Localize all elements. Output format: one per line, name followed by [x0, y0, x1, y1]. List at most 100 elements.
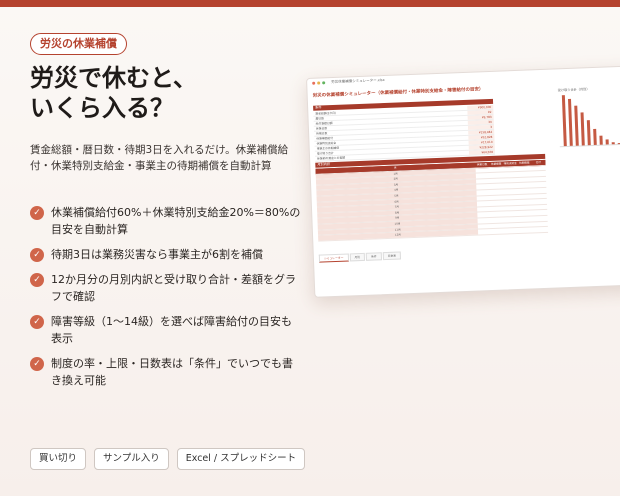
monthly-cell[interactable]	[492, 229, 506, 234]
chart-bar	[574, 105, 579, 146]
monthly-cell[interactable]	[476, 179, 490, 184]
check-circle-icon: ✓	[30, 315, 44, 329]
monthly-cell[interactable]	[476, 196, 490, 201]
monthly-cell[interactable]	[518, 188, 532, 193]
monthly-cell[interactable]	[532, 188, 546, 193]
sheet-tab[interactable]: 月別	[349, 252, 366, 262]
feature-item: ✓ 制度の率・上限・日数表は「条件」でいつでも書き換え可能	[30, 355, 302, 389]
top-accent-bar	[0, 0, 620, 7]
feature-text: 待期3日は業務災害なら事業主が6割を補償	[51, 248, 263, 261]
sheet-title: 労災の休業補償シミュレーター（休業補償給付・休業特別支給金・障害給付の目安）	[312, 87, 484, 99]
monthly-cell[interactable]	[505, 222, 519, 227]
monthly-cell[interactable]	[517, 166, 531, 171]
monthly-cell[interactable]	[504, 183, 518, 188]
monthly-cell[interactable]	[490, 178, 504, 183]
monthly-cell[interactable]	[533, 210, 547, 215]
monthly-cell[interactable]	[532, 177, 546, 182]
monthly-cell[interactable]	[518, 194, 532, 199]
monthly-cell[interactable]	[533, 205, 547, 210]
monthly-cell[interactable]	[505, 211, 519, 216]
monthly-column-header: 休業補償	[489, 161, 504, 167]
monthly-table: 月休業日数 休業補償 特別支給金 待期補償 合計 1月 2月 3月 4月 5月 6月 7月 8月 9月 10…	[315, 159, 549, 242]
monthly-cell[interactable]	[519, 200, 533, 205]
monthly-cell[interactable]	[533, 199, 547, 204]
feature-text: 12か月分の月別内訳と受け取り合計・差額をグラフで確認	[51, 273, 296, 303]
monthly-cell[interactable]	[477, 212, 491, 217]
sheet-tab[interactable]: シミュレーター	[318, 253, 349, 263]
check-circle-icon: ✓	[30, 273, 44, 287]
feature-item: ✓ 障害等級（1〜14級）を選べば障害給付の目安も表示	[30, 313, 302, 347]
monthly-cell[interactable]	[506, 228, 520, 233]
minimize-dot-icon	[317, 81, 321, 85]
monthly-cell[interactable]	[518, 172, 532, 177]
feature-item: ✓ 休業補償給付60%＋休業特別支給金20%＝80%の目安を自動計算	[30, 204, 302, 238]
badge-one-time-purchase: 買い切り	[30, 448, 87, 470]
monthly-cell[interactable]	[518, 183, 532, 188]
monthly-cell[interactable]	[519, 216, 533, 221]
feature-text: 休業補償給付60%＋休業特別支給金20%＝80%の目安を自動計算	[51, 206, 301, 236]
chart-bar	[580, 112, 585, 146]
monthly-cell[interactable]	[518, 177, 532, 182]
monthly-cell[interactable]	[475, 173, 489, 178]
parameter-value[interactable]: ¥64,568	[468, 149, 496, 155]
monthly-cell[interactable]	[533, 193, 547, 198]
monthly-cell[interactable]	[490, 184, 504, 189]
monthly-cell[interactable]	[519, 211, 533, 216]
monthly-cell[interactable]	[520, 227, 534, 232]
monthly-cell[interactable]	[503, 167, 517, 172]
monthly-cell[interactable]	[504, 178, 518, 183]
badge-format: Excel / スプレッドシート	[176, 448, 306, 470]
page-title: 労災で休むと、 いくら入る？	[30, 63, 310, 123]
file-name: 労災休業補償シミュレーター.xlsx	[331, 77, 385, 85]
monthly-cell[interactable]	[477, 224, 491, 229]
sheet-tab[interactable]: 条件	[365, 252, 382, 261]
check-circle-icon: ✓	[30, 357, 44, 371]
monthly-cell[interactable]	[532, 171, 546, 176]
monthly-cell[interactable]	[491, 201, 505, 206]
monthly-cell[interactable]	[504, 194, 518, 199]
monthly-cell[interactable]	[476, 201, 490, 206]
page-description: 賃金総額・暦日数・待期3日を入れるだけ。休業補償給付・休業特別支給金・事業主の待…	[30, 144, 289, 172]
monthly-cell[interactable]	[490, 189, 504, 194]
monthly-cell[interactable]	[476, 184, 490, 189]
monthly-cell[interactable]	[519, 205, 533, 210]
badge-sample-included: サンプル入り	[94, 448, 169, 470]
monthly-cell[interactable]	[491, 212, 505, 217]
monthly-cell[interactable]	[534, 221, 548, 226]
monthly-cell[interactable]	[520, 222, 534, 227]
monthly-cell[interactable]	[491, 206, 505, 211]
monthly-cell[interactable]	[505, 200, 519, 205]
monthly-cell[interactable]	[476, 190, 490, 195]
chart-bar	[611, 142, 615, 145]
monthly-cell[interactable]	[505, 206, 519, 211]
monthly-cell[interactable]	[531, 165, 545, 170]
monthly-cell[interactable]	[489, 173, 503, 178]
chart-bar	[599, 135, 603, 145]
monthly-column-header: 待期補償	[517, 160, 532, 166]
monthly-cell[interactable]	[533, 216, 547, 221]
monthly-column-header: 合計	[531, 159, 546, 166]
monthly-cell[interactable]	[532, 182, 546, 187]
check-circle-icon: ✓	[30, 206, 44, 220]
monthly-cell[interactable]	[478, 229, 492, 234]
monthly-cell[interactable]	[477, 218, 491, 223]
window-titlebar: 労災休業補償シミュレーター.xlsx	[307, 66, 620, 88]
monthly-cell[interactable]	[475, 168, 489, 173]
monthly-cell[interactable]	[534, 227, 548, 232]
badge-row: 買い切り サンプル入り Excel / スプレッドシート	[30, 448, 313, 470]
sheet-tab[interactable]: 日数表	[382, 251, 402, 261]
monthly-cell[interactable]	[490, 195, 504, 200]
monthly-column-header: 特別支給金	[503, 160, 518, 167]
monthly-cell[interactable]	[504, 189, 518, 194]
monthly-cell[interactable]	[477, 207, 491, 212]
monthly-cell[interactable]	[491, 223, 505, 228]
feature-list: ✓ 休業補償給付60%＋休業特別支給金20%＝80%の目安を自動計算 ✓ 待期3日は…	[30, 204, 302, 397]
spreadsheet-preview: 労災休業補償シミュレーター.xlsx 労災の休業補償シミュレーター（休業補償給付…	[306, 65, 620, 298]
monthly-cell[interactable]	[505, 217, 519, 222]
chart-bar	[561, 94, 567, 147]
parameter-table: 賃金総額(3か月) ¥900,000 暦日数 92 給付基礎日額 ¥9,783 休業日数 30…	[313, 104, 496, 162]
chart-bar	[605, 139, 609, 145]
monthly-cell[interactable]	[489, 167, 503, 172]
monthly-cell[interactable]	[491, 217, 505, 222]
monthly-cell[interactable]	[504, 172, 518, 177]
